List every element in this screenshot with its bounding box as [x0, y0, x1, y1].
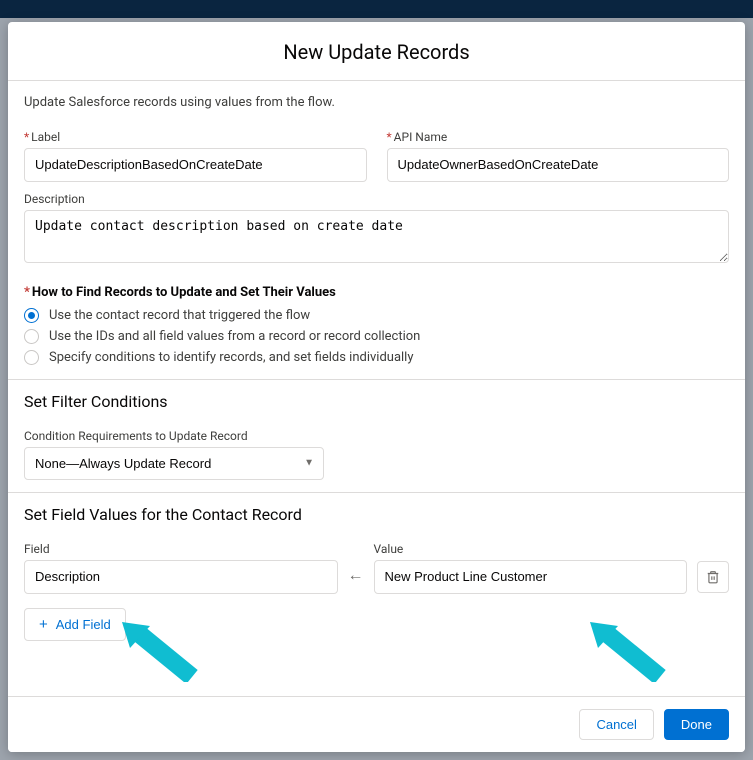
plus-icon: +: [39, 617, 48, 632]
value-input[interactable]: [374, 560, 688, 594]
set-field-values-heading: Set Field Values for the Contact Record: [8, 493, 745, 530]
label-field-label: *Label: [24, 130, 367, 144]
intro-text: Update Salesforce records using values f…: [8, 81, 745, 118]
label-input[interactable]: [24, 148, 367, 182]
radio-icon: [24, 329, 39, 344]
value-column-label: Value: [374, 542, 688, 556]
field-column-label: Field: [24, 542, 338, 556]
filter-section: Condition Requirements to Update Record …: [8, 417, 745, 493]
find-records-heading: *How to Find Records to Update and Set T…: [24, 285, 729, 300]
radio-icon: [24, 350, 39, 365]
filter-conditions-heading: Set Filter Conditions: [8, 380, 745, 417]
condition-requirement-select[interactable]: None—Always Update Record: [24, 447, 324, 480]
description-field-label: Description: [24, 192, 729, 206]
radio-label: Specify conditions to identify records, …: [49, 350, 414, 365]
condition-requirement-label: Condition Requirements to Update Record: [24, 429, 729, 443]
api-name-field-label: *API Name: [387, 130, 730, 144]
radio-label: Use the contact record that triggered th…: [49, 308, 310, 323]
modal-title: New Update Records: [8, 40, 745, 64]
description-input[interactable]: Update contact description based on crea…: [24, 210, 729, 262]
done-button[interactable]: Done: [664, 709, 729, 740]
new-update-records-modal: New Update Records Update Salesforce rec…: [8, 22, 745, 752]
add-field-label: Add Field: [56, 617, 111, 632]
set-values-section: Field ← Value + Add Field: [8, 530, 745, 653]
radio-label: Use the IDs and all field values from a …: [49, 329, 420, 344]
field-input[interactable]: [24, 560, 338, 594]
assignment-arrow-icon: ←: [348, 565, 364, 594]
radio-option-specify-conditions[interactable]: Specify conditions to identify records, …: [24, 350, 729, 365]
basic-fields-section: *Label *API Name Description Update cont…: [8, 118, 745, 380]
add-field-button[interactable]: + Add Field: [24, 608, 126, 641]
radio-option-ids-collection[interactable]: Use the IDs and all field values from a …: [24, 329, 729, 344]
cancel-button[interactable]: Cancel: [579, 709, 653, 740]
delete-row-button[interactable]: [697, 561, 729, 593]
modal-body: Update Salesforce records using values f…: [8, 81, 745, 696]
api-name-input[interactable]: [387, 148, 730, 182]
modal-header: New Update Records: [8, 22, 745, 81]
radio-option-triggering-record[interactable]: Use the contact record that triggered th…: [24, 308, 729, 323]
trash-icon: [706, 570, 720, 584]
radio-icon: [24, 308, 39, 323]
modal-footer: Cancel Done: [8, 696, 745, 752]
